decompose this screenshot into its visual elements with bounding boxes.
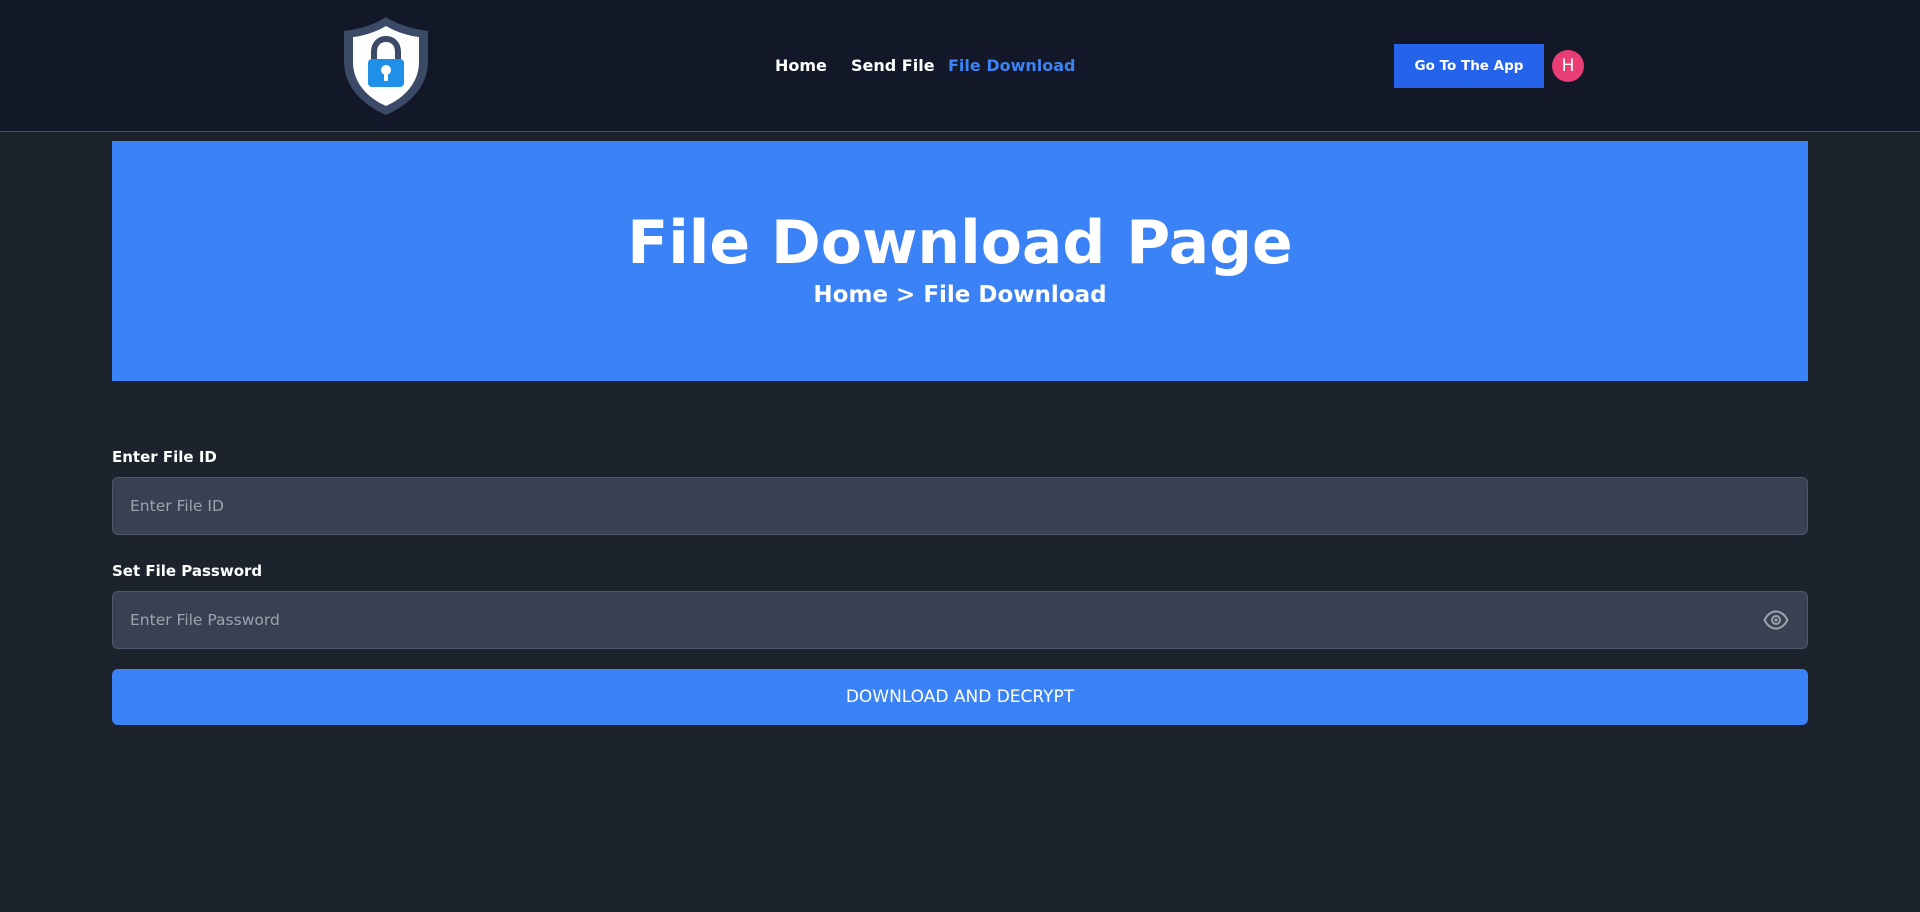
navbar: Home Send File File Download Go To The A… bbox=[0, 0, 1920, 132]
download-decrypt-button[interactable]: DOWNLOAD AND DECRYPT bbox=[112, 669, 1808, 725]
page-title: File Download Page bbox=[627, 208, 1293, 278]
nav-link-send-file[interactable]: Send File bbox=[851, 56, 935, 76]
file-id-input[interactable] bbox=[113, 478, 1807, 534]
breadcrumb-current: File Download bbox=[923, 282, 1107, 308]
breadcrumb-home[interactable]: Home bbox=[813, 282, 888, 308]
breadcrumb-separator: > bbox=[896, 282, 916, 308]
nav-link-file-download[interactable]: File Download bbox=[948, 56, 1076, 76]
user-avatar[interactable]: H bbox=[1552, 50, 1584, 82]
eye-icon[interactable] bbox=[1763, 610, 1789, 630]
go-to-app-button[interactable]: Go To The App bbox=[1394, 44, 1544, 88]
main-nav: Home Send File File Download bbox=[0, 0, 1920, 132]
file-password-field bbox=[112, 591, 1808, 649]
file-password-label: Set File Password bbox=[112, 562, 263, 580]
file-id-field bbox=[112, 477, 1808, 535]
file-id-label: Enter File ID bbox=[112, 448, 217, 466]
hero-banner: File Download Page Home > File Download bbox=[112, 141, 1808, 381]
nav-link-home[interactable]: Home bbox=[775, 56, 827, 76]
breadcrumb: Home > File Download bbox=[112, 281, 1808, 309]
file-password-input[interactable] bbox=[113, 592, 1807, 648]
